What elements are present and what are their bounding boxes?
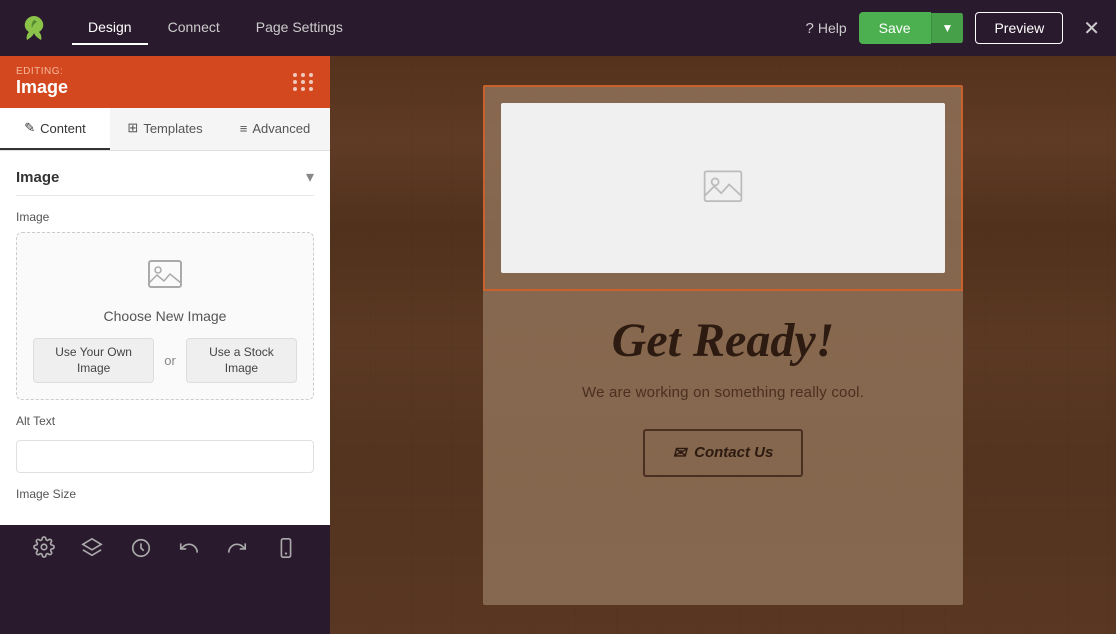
nav-tab-design[interactable]: Design (72, 11, 148, 45)
save-dropdown-button[interactable]: ▼ (931, 13, 964, 43)
templates-icon: ⊞ (127, 120, 138, 136)
dot (301, 80, 305, 84)
choose-image-text: Choose New Image (104, 308, 227, 324)
or-label: or (164, 353, 176, 368)
alt-text-label: Alt Text (16, 414, 314, 428)
contact-us-button[interactable]: ✉ Contact Us (643, 429, 804, 477)
dot (309, 87, 313, 91)
nav-right: ? Help Save ▼ Preview ✕ (805, 12, 1100, 44)
alt-text-input[interactable] (16, 440, 314, 473)
drag-handle[interactable] (293, 73, 314, 91)
image-selected-area[interactable] (483, 85, 963, 291)
sliders-icon: ≡ (240, 121, 248, 136)
top-navigation: Design Connect Page Settings ? Help Save… (0, 0, 1116, 56)
save-button-group: Save ▼ (859, 12, 964, 44)
tab-templates[interactable]: ⊞ Templates (110, 108, 220, 150)
nav-tab-connect[interactable]: Connect (152, 11, 236, 45)
editing-label: EDITING: (16, 66, 68, 77)
image-placeholder-box (501, 103, 945, 273)
panel-content: Image ▾ Image Choose New Image (0, 151, 330, 525)
envelope-icon: ✉ (673, 443, 686, 463)
help-button[interactable]: ? Help (805, 20, 846, 37)
nav-tab-page-settings[interactable]: Page Settings (240, 11, 359, 45)
dot (309, 73, 313, 77)
dot (293, 87, 297, 91)
mobile-icon[interactable] (275, 537, 297, 564)
image-field-label: Image (16, 210, 314, 224)
dot (293, 73, 297, 77)
image-chooser: Choose New Image Use Your Own Image or U… (16, 232, 314, 400)
image-placeholder-icon (147, 257, 183, 298)
settings-icon[interactable] (33, 536, 55, 564)
section-header: Image ▾ (16, 167, 314, 196)
history-icon[interactable] (130, 537, 152, 564)
left-panel-wrap: EDITING: Image ✎ (0, 56, 330, 634)
left-panel: EDITING: Image ✎ (0, 56, 330, 575)
bottom-toolbar (0, 525, 330, 575)
app-logo[interactable] (16, 10, 52, 46)
get-ready-heading: Get Ready! (523, 315, 923, 368)
use-stock-image-button[interactable]: Use a Stock Image (186, 338, 297, 383)
preview-button[interactable]: Preview (975, 12, 1063, 44)
dot (301, 73, 305, 77)
save-button[interactable]: Save (859, 12, 931, 44)
nav-tabs: Design Connect Page Settings (72, 11, 359, 45)
panel-tabs: ✎ Content ⊞ Templates ≡ Advanced (0, 108, 330, 151)
redo-icon[interactable] (226, 537, 248, 564)
tab-content[interactable]: ✎ Content (0, 108, 110, 150)
main-area: EDITING: Image ✎ (0, 56, 1116, 634)
tab-advanced[interactable]: ≡ Advanced (220, 108, 330, 150)
close-button[interactable]: ✕ (1083, 16, 1100, 41)
page-content: Get Ready! We are working on something r… (483, 291, 963, 509)
page-card: Get Ready! We are working on something r… (483, 85, 963, 605)
section-chevron-icon[interactable]: ▾ (306, 167, 314, 187)
dot (309, 80, 313, 84)
image-size-label: Image Size (16, 487, 314, 501)
section-title: Image (16, 169, 59, 186)
editing-title: Image (16, 77, 68, 98)
working-subtext: We are working on something really cool. (523, 384, 923, 401)
dot (301, 87, 305, 91)
dot (293, 80, 297, 84)
help-circle-icon: ? (805, 20, 813, 37)
pencil-icon: ✎ (24, 120, 35, 136)
layers-icon[interactable] (81, 537, 103, 564)
undo-icon[interactable] (178, 537, 200, 564)
use-own-image-button[interactable]: Use Your Own Image (33, 338, 154, 383)
canvas-area: Get Ready! We are working on something r… (330, 56, 1116, 634)
image-buttons: Use Your Own Image or Use a Stock Image (33, 338, 297, 383)
contact-btn-label: Contact Us (694, 444, 773, 461)
editing-header: EDITING: Image (0, 56, 330, 108)
